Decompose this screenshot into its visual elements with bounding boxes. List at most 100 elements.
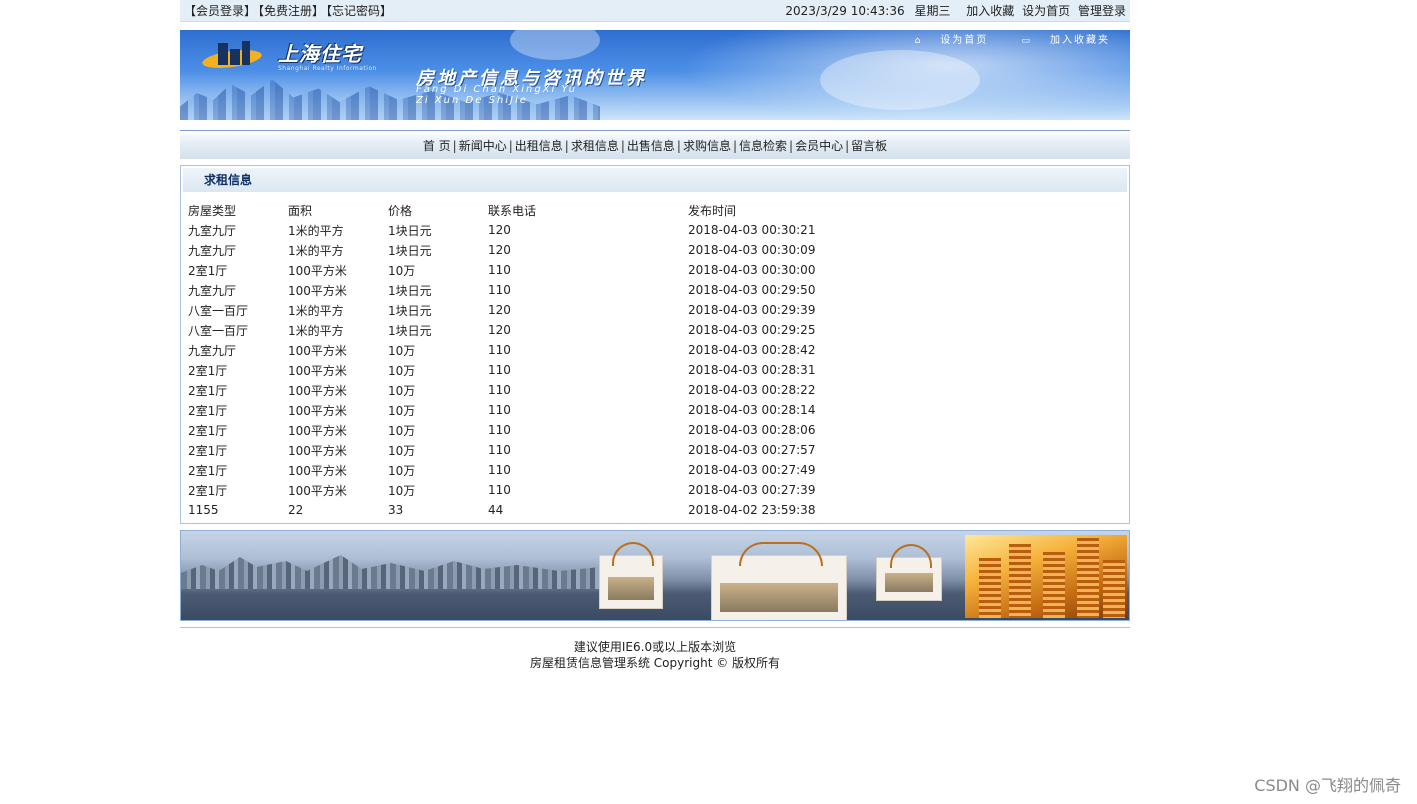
table-row: 2室1厅 100平方米 10万 110 2018-04-03 00:28:06 [188, 420, 888, 440]
cell-time: 2018-04-03 00:27:57 [688, 443, 816, 457]
cell-type: 八室一百厅 [188, 303, 249, 318]
cell-time: 2018-04-03 00:29:50 [688, 283, 816, 297]
cell-phone: 110 [488, 283, 511, 297]
col-header-area: 面积 [288, 203, 313, 218]
site-logo[interactable]: 上海住宅 Shanghai Realty Information [201, 38, 377, 72]
nav-item-home[interactable]: 首 页 [423, 139, 451, 153]
nav-item-guestbook[interactable]: 留言板 [851, 139, 887, 153]
add-favorite-link[interactable]: 加入收藏 [966, 4, 1014, 18]
cell-area: 100平方米 [288, 283, 347, 298]
cell-type: 2室1厅 [188, 363, 228, 378]
shopping-bag-image [599, 542, 663, 609]
cell-type: 2室1厅 [188, 443, 228, 458]
cell-phone: 110 [488, 463, 511, 477]
banner-set-home-label: 设为首页 [940, 35, 989, 46]
cell-time: 2018-04-03 00:28:42 [688, 343, 816, 357]
nav-item-rent-out[interactable]: 出租信息 [515, 139, 563, 153]
cell-price: 33 [388, 503, 404, 517]
col-header-price: 价格 [388, 203, 413, 218]
cell-type: 2室1厅 [188, 383, 228, 398]
page-container: 【会员登录】 【免费注册】 【忘记密码】 2023/3/29 10:43:36 星期… [180, 0, 1130, 671]
banner-set-home[interactable]: ⌂ 设为首页 [901, 35, 989, 46]
cell-time: 2018-04-03 00:30:21 [688, 223, 816, 237]
cell-price: 10万 [388, 463, 416, 478]
cell-phone: 120 [488, 243, 511, 257]
cell-phone: 110 [488, 383, 511, 397]
banner-cloud [510, 30, 600, 60]
cell-price: 10万 [388, 443, 416, 458]
cell-area: 100平方米 [288, 403, 347, 418]
panel-title: 求租信息 [183, 168, 1127, 192]
listing-table: 房屋类型 面积 价格 联系电话 发布时间 九室九厅 1米的平方 1块日元 120 201… [188, 200, 888, 520]
top-bar-left: 【会员登录】 【免费注册】 【忘记密码】 [184, 2, 394, 19]
cell-price: 10万 [388, 363, 416, 378]
table-row: 九室九厅 1米的平方 1块日元 120 2018-04-03 00:30:09 [188, 240, 888, 260]
cell-type: 2室1厅 [188, 263, 228, 278]
cell-type: 2室1厅 [188, 423, 228, 438]
cell-time: 2018-04-03 00:30:00 [688, 263, 816, 277]
banner-add-fav-label: 加入收藏夹 [1050, 35, 1110, 46]
cell-price: 1块日元 [388, 283, 432, 298]
cell-price: 1块日元 [388, 323, 432, 338]
member-login-link[interactable]: 【会员登录】 [184, 4, 256, 18]
table-row: 2室1厅 100平方米 10万 110 2018-04-03 00:28:22 [188, 380, 888, 400]
cell-time: 2018-04-03 00:30:09 [688, 243, 816, 257]
nav-item-news[interactable]: 新闻中心 [459, 139, 507, 153]
nav-item-sell[interactable]: 出售信息 [627, 139, 675, 153]
footer-banner-image [180, 530, 1130, 621]
cell-phone: 110 [488, 343, 511, 357]
table-header-row: 房屋类型 面积 价格 联系电话 发布时间 [188, 200, 888, 220]
nav-item-want-rent[interactable]: 求租信息 [571, 139, 619, 153]
cell-area: 100平方米 [288, 383, 347, 398]
pinyin-line-2: Zi Xun De ShiJie [416, 95, 528, 106]
table-body: 九室九厅 1米的平方 1块日元 120 2018-04-03 00:30:21 九室九厅 1… [188, 220, 888, 520]
set-homepage-link[interactable]: 设为首页 [1022, 4, 1070, 18]
cell-price: 10万 [388, 383, 416, 398]
footer-city-skyline [181, 555, 601, 589]
cell-type: 九室九厅 [188, 243, 237, 258]
cell-time: 2018-04-03 00:28:22 [688, 383, 816, 397]
golden-buildings-image [965, 535, 1127, 618]
table-row: 八室一百厅 1米的平方 1块日元 120 2018-04-03 00:29:25 [188, 320, 888, 340]
cell-time: 2018-04-03 00:28:31 [688, 363, 816, 377]
cell-time: 2018-04-02 23:59:38 [688, 503, 816, 517]
table-row: 九室九厅 100平方米 1块日元 110 2018-04-03 00:29:50 [188, 280, 888, 300]
cell-phone: 120 [488, 303, 511, 317]
table-row: 2室1厅 100平方米 10万 110 2018-04-03 00:27:49 [188, 460, 888, 480]
csdn-watermark: CSDN @飞翔的佩奇 [1254, 776, 1401, 795]
nav-item-search[interactable]: 信息检索 [739, 139, 787, 153]
cell-time: 2018-04-03 00:27:39 [688, 483, 816, 497]
col-header-phone: 联系电话 [488, 203, 537, 218]
cell-phone: 110 [488, 443, 511, 457]
cell-price: 10万 [388, 423, 416, 438]
cell-phone: 110 [488, 423, 511, 437]
cell-price: 10万 [388, 343, 416, 358]
forgot-password-link[interactable]: 【忘记密码】 [326, 4, 392, 18]
cell-type: 2室1厅 [188, 403, 228, 418]
datetime-text: 2023/3/29 10:43:36 [785, 4, 905, 18]
cell-phone: 110 [488, 403, 511, 417]
cell-area: 1米的平方 [288, 303, 344, 318]
table-row: 九室九厅 100平方米 10万 110 2018-04-03 00:28:42 [188, 340, 888, 360]
banner-links: ⌂ 设为首页 ▭ 加入收藏夹 [887, 31, 1110, 46]
cell-area: 100平方米 [288, 363, 347, 378]
top-bar: 【会员登录】 【免费注册】 【忘记密码】 2023/3/29 10:43:36 星期… [180, 0, 1130, 22]
cell-phone: 120 [488, 223, 511, 237]
cell-time: 2018-04-03 00:29:25 [688, 323, 816, 337]
weekday-text: 星期三 [914, 4, 951, 18]
register-link[interactable]: 【免费注册】 [258, 4, 324, 18]
header-banner: 上海住宅 Shanghai Realty Information 房地产信息与咨… [180, 30, 1130, 120]
logo-subtitle: Shanghai Realty Information [278, 65, 377, 72]
banner-add-fav[interactable]: ▭ 加入收藏夹 [1007, 35, 1110, 46]
cell-area: 100平方米 [288, 463, 347, 478]
nav-item-want-buy[interactable]: 求购信息 [683, 139, 731, 153]
nav-item-member-center[interactable]: 会员中心 [795, 139, 843, 153]
cell-phone: 110 [488, 363, 511, 377]
cell-type: 九室九厅 [188, 223, 237, 238]
cell-price: 10万 [388, 403, 416, 418]
admin-login-link[interactable]: 管理登录 [1078, 4, 1126, 18]
cell-phone: 110 [488, 263, 511, 277]
main-nav: 首 页 | 新闻中心 | 出租信息 | 求租信息 | 出售信息 | 求购信息 | 信息检索 | 会员中心 | 留… [180, 130, 1130, 159]
cell-area: 100平方米 [288, 423, 347, 438]
cell-area: 1米的平方 [288, 323, 344, 338]
